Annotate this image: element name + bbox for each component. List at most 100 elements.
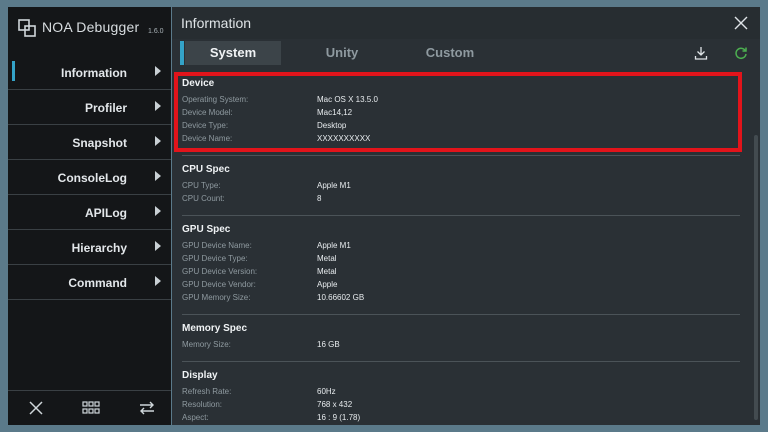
sidebar-item-label: Snapshot (72, 136, 127, 150)
info-row: CPU Type: Apple M1 (182, 181, 740, 194)
sidebar: NOA Debugger 1.6.0 Information Profiler … (8, 7, 171, 425)
sidebar-item-label: Profiler (84, 101, 127, 115)
info-row: Memory Size: 16 GB (182, 340, 740, 353)
sidebar-footer (8, 390, 171, 425)
info-key: Device Type: (182, 121, 229, 130)
sidebar-item-label: APILog (85, 206, 127, 220)
info-row: GPU Device Type: Metal (182, 254, 740, 267)
info-value: 16 : 9 (1.78) (317, 413, 361, 422)
info-row: Device Name: XXXXXXXXXX (182, 134, 740, 147)
chevron-right-icon (155, 276, 161, 286)
info-key: CPU Type: (182, 181, 221, 190)
download-icon[interactable] (694, 46, 708, 60)
noa-logo-icon (18, 19, 36, 37)
section-memory-spec: Memory Spec Memory Size: 16 GB (182, 315, 740, 362)
info-row: GPU Device Version: Metal (182, 267, 740, 280)
swap-arrows-icon[interactable] (138, 400, 156, 416)
sidebar-item-consolelog[interactable]: ConsoleLog (8, 160, 171, 195)
panel-header: Information (172, 7, 760, 39)
app-logo: NOA Debugger 1.6.0 (18, 17, 168, 41)
tab-system[interactable]: System (185, 41, 281, 65)
section-cpu-spec: CPU Spec CPU Type: Apple M1 CPU Count: 8 (182, 156, 740, 216)
info-key: CPU Count: (182, 194, 225, 203)
info-value: Metal (317, 267, 337, 276)
app-version: 1.6.0 (148, 28, 164, 35)
grid-icon[interactable] (82, 400, 100, 416)
info-value: Mac14,12 (317, 108, 353, 117)
page-title: Information (181, 15, 252, 31)
chevron-right-icon (155, 206, 161, 216)
scrollbar[interactable] (754, 135, 758, 420)
info-row: Device Model: Mac14,12 (182, 108, 740, 121)
info-key: Device Model: (182, 108, 233, 117)
info-value: 768 x 432 (317, 400, 353, 409)
info-key: GPU Device Type: (182, 254, 248, 263)
chevron-right-icon (155, 101, 161, 111)
sidebar-item-label: ConsoleLog (57, 171, 127, 185)
sidebar-item-label: Hierarchy (71, 241, 127, 255)
info-key: Device Name: (182, 134, 233, 143)
info-value: Apple (317, 280, 338, 289)
section-title: CPU Spec (182, 164, 230, 175)
tab-unity[interactable]: Unity (292, 41, 392, 65)
sidebar-item-apilog[interactable]: APILog (8, 195, 171, 230)
info-key: GPU Device Name: (182, 241, 252, 250)
info-row: Aspect: 16 : 9 (1.78) (182, 413, 740, 425)
section-title: Memory Spec (182, 323, 248, 334)
app-name: NOA Debugger (42, 19, 140, 35)
info-value: Apple M1 (317, 181, 351, 190)
chevron-right-icon (155, 66, 161, 76)
info-key: Aspect: (182, 413, 209, 422)
info-row: Operating System: Mac OS X 13.5.0 (182, 95, 740, 108)
info-row: GPU Memory Size: 10.66602 GB (182, 293, 740, 306)
section-gpu-spec: GPU Spec GPU Device Name: Apple M1 GPU De… (182, 216, 740, 315)
sidebar-item-snapshot[interactable]: Snapshot (8, 125, 171, 160)
sidebar-item-hierarchy[interactable]: Hierarchy (8, 230, 171, 265)
info-value: XXXXXXXXXX (317, 134, 371, 143)
info-key: Operating System: (182, 95, 249, 104)
close-icon[interactable] (27, 400, 45, 416)
info-row: GPU Device Vendor: Apple (182, 280, 740, 293)
info-value: 60Hz (317, 387, 336, 396)
info-key: Memory Size: (182, 340, 231, 349)
information-panel: Information System Unity Custom Device O… (172, 7, 760, 425)
info-key: Resolution: (182, 400, 223, 409)
chevron-right-icon (155, 241, 161, 251)
active-tab-indicator (180, 41, 184, 65)
info-row: Resolution: 768 x 432 (182, 400, 740, 413)
info-value: Desktop (317, 121, 347, 130)
section-device: Device Operating System: Mac OS X 13.5.0 … (182, 70, 740, 156)
close-icon[interactable] (734, 16, 748, 30)
tab-custom[interactable]: Custom (400, 41, 500, 65)
info-value: 8 (317, 194, 322, 203)
section-display: Display Refresh Rate: 60Hz Resolution: 768… (182, 362, 740, 425)
info-key: GPU Device Vendor: (182, 280, 256, 289)
info-key: GPU Memory Size: (182, 293, 251, 302)
info-content[interactable]: Device Operating System: Mac OS X 13.5.0 … (172, 70, 752, 425)
info-row: CPU Count: 8 (182, 194, 740, 207)
active-indicator (12, 61, 15, 81)
sidebar-item-information[interactable]: Information (8, 55, 171, 90)
info-key: Refresh Rate: (182, 387, 232, 396)
info-row: GPU Device Name: Apple M1 (182, 241, 740, 254)
info-row: Device Type: Desktop (182, 121, 740, 134)
info-value: Mac OS X 13.5.0 (317, 95, 378, 104)
section-title: GPU Spec (182, 224, 231, 235)
refresh-icon[interactable] (734, 46, 748, 60)
sidebar-item-command[interactable]: Command (8, 265, 171, 300)
chevron-right-icon (155, 136, 161, 146)
section-title: Display (182, 370, 218, 381)
tab-bar: System Unity Custom (172, 39, 760, 69)
sidebar-nav: Information Profiler Snapshot ConsoleLog… (8, 55, 171, 300)
info-value: 16 GB (317, 340, 340, 349)
section-title: Device (182, 78, 215, 89)
info-key: GPU Device Version: (182, 267, 258, 276)
info-row: Refresh Rate: 60Hz (182, 387, 740, 400)
sidebar-item-label: Information (61, 66, 127, 80)
sidebar-item-label: Command (68, 276, 127, 290)
info-value: Metal (317, 254, 337, 263)
info-value: 10.66602 GB (317, 293, 365, 302)
chevron-right-icon (155, 171, 161, 181)
sidebar-item-profiler[interactable]: Profiler (8, 90, 171, 125)
info-value: Apple M1 (317, 241, 351, 250)
